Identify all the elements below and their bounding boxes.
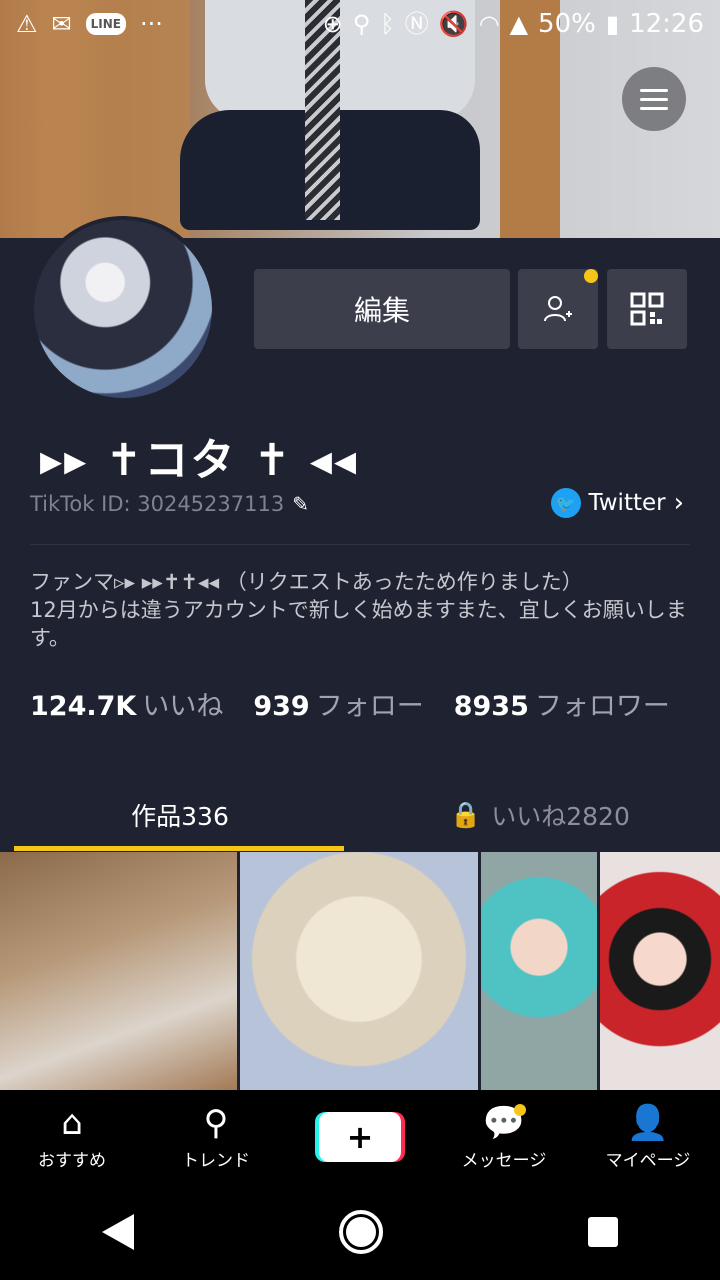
- tab-indicator: [14, 846, 344, 851]
- profile-tabs: 作品336 🔒 いいね2820: [0, 778, 720, 852]
- stat-label: いいね: [142, 691, 224, 722]
- home-button-dot: [345, 1217, 376, 1247]
- line-icon: LINE: [85, 13, 126, 35]
- message-notification-dot: [514, 1103, 526, 1116]
- recent-apps-icon[interactable]: [587, 1217, 618, 1247]
- twitter-icon: 🐦: [550, 488, 581, 518]
- menu-icon-line: [640, 106, 668, 110]
- nav-mypage-label: マイページ: [605, 1150, 691, 1171]
- qr-code-button[interactable]: [607, 269, 687, 349]
- nav-trend[interactable]: ⚲ トレンド: [144, 1104, 288, 1171]
- home-button-icon[interactable]: [338, 1210, 383, 1254]
- search-icon: ⚲: [203, 1102, 229, 1143]
- menu-icon-line: [640, 97, 668, 101]
- more-dots-icon: ···: [139, 10, 163, 38]
- stat-label: フォロワー: [534, 691, 670, 722]
- avatar[interactable]: [30, 216, 216, 402]
- nfc-icon: Ⓝ: [404, 10, 429, 38]
- nav-trend-label: トレンド: [182, 1150, 250, 1171]
- nav-messages-label: メッセージ: [461, 1150, 547, 1171]
- stat-following[interactable]: 939 フォロー: [253, 684, 423, 723]
- divider: [30, 544, 690, 545]
- video-thumbnail[interactable]: [240, 852, 478, 1090]
- tiktok-id-text: TikTok ID: 30245237113: [30, 492, 285, 516]
- system-nav-bar: [0, 1184, 720, 1280]
- bluetooth-icon: ᛒ: [380, 10, 395, 38]
- warning-icon: ⚠: [16, 10, 38, 38]
- stats: 124.7K いいね 939 フォロー 8935 フォロワー: [30, 684, 670, 723]
- nav-mypage[interactable]: 👤 マイページ: [576, 1104, 720, 1171]
- profile-icon: 👤: [626, 1102, 670, 1143]
- add-friend-notification-dot: [584, 269, 598, 283]
- video-thumbnail[interactable]: [600, 852, 720, 1090]
- stat-likes[interactable]: 124.7K いいね: [30, 684, 223, 723]
- nav-create[interactable]: +: [288, 1112, 432, 1162]
- twitter-link[interactable]: 🐦 Twitter ›: [550, 488, 684, 518]
- tab-works-label: 作品336: [131, 802, 229, 831]
- nav-home-label: おすすめ: [38, 1150, 106, 1171]
- location-icon: ⚲: [352, 10, 371, 38]
- stat-value: 939: [253, 691, 310, 722]
- stat-value: 8935: [453, 691, 529, 722]
- bottom-nav: ⌂ おすすめ ⚲ トレンド + 💬 メッセージ 👤 マイページ: [0, 1090, 720, 1184]
- chevron-right-icon: ›: [673, 488, 684, 518]
- tab-likes[interactable]: 🔒 いいね2820: [360, 778, 720, 852]
- edit-profile-button[interactable]: 編集: [254, 269, 510, 349]
- home-icon: ⌂: [61, 1102, 83, 1143]
- status-bar: ⚠ ✉ LINE ··· ⊕ ⚲ ᛒ Ⓝ 🔇 ◠ ▲ 50% ▮ 12:26: [0, 0, 720, 48]
- battery-percent: 50%: [538, 9, 596, 39]
- signal-icon: ▲: [509, 10, 529, 38]
- lock-icon: 🔒: [450, 800, 482, 829]
- avatar-image: [34, 220, 212, 398]
- video-thumbnail[interactable]: [0, 852, 237, 1090]
- stat-value: 124.7K: [30, 691, 137, 722]
- twitter-label: Twitter: [588, 490, 666, 516]
- video-grid: [0, 852, 720, 1090]
- battery-icon: ▮: [605, 10, 620, 38]
- wifi-icon: ◠: [478, 10, 500, 38]
- edit-icon: ✎: [292, 492, 309, 516]
- menu-icon-line: [640, 88, 668, 92]
- video-thumbnail[interactable]: [481, 852, 597, 1090]
- create-button[interactable]: +: [319, 1112, 401, 1162]
- menu-button[interactable]: [622, 67, 686, 131]
- clock: 12:26: [629, 9, 704, 39]
- stat-followers[interactable]: 8935 フォロワー: [454, 684, 670, 723]
- nav-home[interactable]: ⌂ おすすめ: [0, 1104, 144, 1171]
- tab-likes-label: いいね2820: [491, 802, 630, 831]
- tiktok-id[interactable]: TikTok ID: 30245237113 ✎: [30, 492, 309, 516]
- nav-messages[interactable]: 💬 メッセージ: [432, 1103, 576, 1171]
- mail-icon: ✉: [51, 10, 72, 38]
- qr-code-icon: [630, 292, 664, 326]
- back-icon[interactable]: [102, 1214, 135, 1250]
- bio: ファンマ▹▸ ▸▸✝✝◂◂ （リクエストあったため作りました） 12月からは違う…: [30, 570, 687, 650]
- add-user-icon: [544, 296, 572, 322]
- username: ▸▸ ✝コタ ✝ ◂◂: [40, 435, 359, 486]
- mute-icon: 🔇: [438, 10, 469, 38]
- tab-works[interactable]: 作品336: [0, 778, 360, 852]
- stat-label: フォロー: [315, 691, 424, 722]
- data-saver-icon: ⊕: [322, 10, 343, 38]
